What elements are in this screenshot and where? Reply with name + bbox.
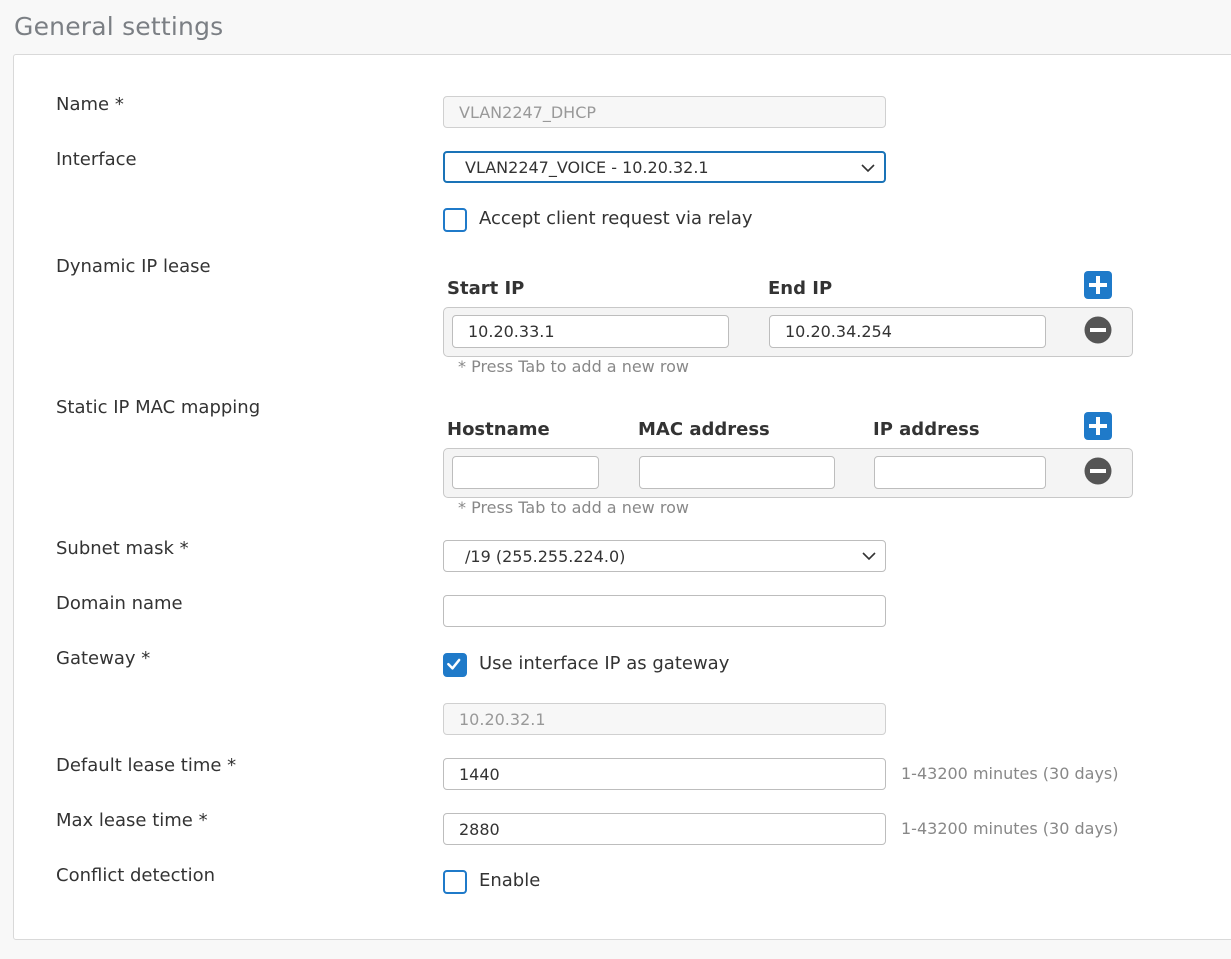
end-ip-input[interactable] xyxy=(769,315,1046,348)
chevron-down-icon xyxy=(861,164,875,173)
default-lease-input[interactable] xyxy=(443,758,886,790)
default-lease-unit: 1-43200 minutes (30 days) xyxy=(901,764,1119,783)
dynamic-ip-lease-label: Dynamic IP lease xyxy=(56,256,211,277)
chevron-down-icon xyxy=(862,552,876,561)
conflict-detection-label: Conflict detection xyxy=(56,865,216,886)
minus-icon[interactable] xyxy=(1084,316,1112,344)
name-label: Name * xyxy=(56,94,124,115)
conflict-detection-checkbox[interactable] xyxy=(443,870,467,894)
conflict-detection-enable-label: Enable xyxy=(479,870,541,891)
ip-address-input[interactable] xyxy=(874,456,1046,489)
check-icon xyxy=(447,658,461,670)
domain-name-label: Domain name xyxy=(56,593,183,614)
domain-name-input[interactable] xyxy=(443,595,886,627)
mac-address-column-header: MAC address xyxy=(638,419,770,440)
interface-select[interactable]: VLAN2247_VOICE - 10.20.32.1 xyxy=(443,151,886,183)
relay-checkbox-label: Accept client request via relay xyxy=(479,208,753,229)
dynamic-ip-lease-hint: * Press Tab to add a new row xyxy=(458,357,689,376)
hostname-input[interactable] xyxy=(452,456,599,489)
plus-icon[interactable] xyxy=(1084,271,1112,299)
interface-label: Interface xyxy=(56,149,137,170)
gateway-input[interactable] xyxy=(443,703,886,735)
relay-checkbox[interactable] xyxy=(443,208,467,232)
max-lease-unit: 1-43200 minutes (30 days) xyxy=(901,819,1119,838)
max-lease-input[interactable] xyxy=(443,813,886,845)
use-interface-ip-checkbox[interactable] xyxy=(443,653,467,677)
use-interface-ip-label: Use interface IP as gateway xyxy=(479,653,730,674)
start-ip-column-header: Start IP xyxy=(447,278,525,299)
end-ip-column-header: End IP xyxy=(768,278,833,299)
hostname-column-header: Hostname xyxy=(447,419,550,440)
start-ip-input[interactable] xyxy=(452,315,729,348)
mac-address-input[interactable] xyxy=(639,456,835,489)
subnet-mask-label: Subnet mask * xyxy=(56,538,189,559)
minus-icon[interactable] xyxy=(1084,457,1112,485)
subnet-mask-select-value: /19 (255.255.224.0) xyxy=(465,546,626,566)
plus-icon[interactable] xyxy=(1084,412,1112,440)
ip-address-column-header: IP address xyxy=(873,419,980,440)
gateway-label: Gateway * xyxy=(56,648,151,669)
name-input[interactable] xyxy=(443,96,886,128)
interface-select-value: VLAN2247_VOICE - 10.20.32.1 xyxy=(465,157,709,177)
static-mapping-label: Static IP MAC mapping xyxy=(56,397,261,418)
static-mapping-hint: * Press Tab to add a new row xyxy=(458,498,689,517)
default-lease-label: Default lease time * xyxy=(56,755,237,776)
subnet-mask-select[interactable]: /19 (255.255.224.0) xyxy=(443,540,886,572)
max-lease-label: Max lease time * xyxy=(56,810,208,831)
section-title: General settings xyxy=(14,12,224,41)
